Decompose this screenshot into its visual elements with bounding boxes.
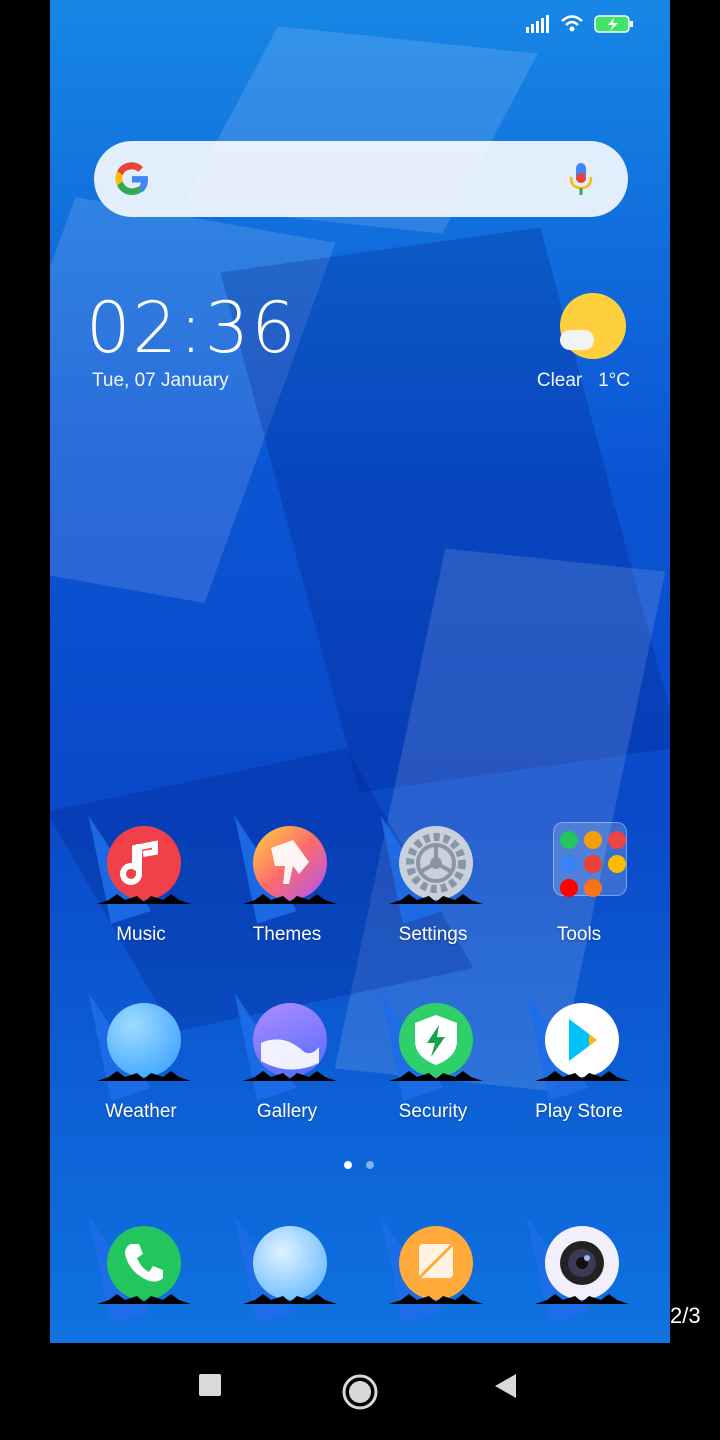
navigation-bar (0, 1343, 720, 1440)
app-label: Play Store (535, 1101, 623, 1122)
app-themes[interactable]: Themes (222, 806, 352, 946)
app-settings[interactable]: Settings (368, 806, 498, 946)
cloud-shape (560, 330, 594, 350)
clock-date: Tue, 07 January (92, 370, 229, 391)
music-icon (107, 826, 181, 900)
dock-browser[interactable] (222, 1206, 352, 1324)
app-label: Weather (105, 1101, 177, 1122)
gear-icon (399, 826, 473, 900)
dock-phone[interactable] (76, 1206, 206, 1324)
dock-notes[interactable] (368, 1206, 498, 1324)
page-dot (366, 1161, 374, 1169)
app-security[interactable]: Security (368, 983, 498, 1123)
browser-icon (253, 1226, 327, 1300)
page-dot-active (344, 1161, 352, 1169)
home-circle-icon[interactable] (342, 1374, 378, 1410)
camera-icon (545, 1226, 619, 1300)
weather-temperature: 1°C (598, 370, 630, 391)
app-label: Music (116, 924, 166, 945)
wifi-icon (561, 15, 583, 32)
home-screen: 02:36 Tue, 07 January Clear 1°C Music Th… (50, 0, 670, 1343)
weather-summary[interactable]: Clear 1°C (537, 370, 630, 392)
app-music[interactable]: Music (76, 806, 206, 946)
gallery-icon (253, 1003, 327, 1077)
app-gallery[interactable]: Gallery (222, 983, 352, 1123)
app-label: Themes (252, 924, 322, 945)
weather-icon (107, 1003, 181, 1077)
page-indicator (344, 1161, 374, 1169)
recents-square-icon[interactable] (198, 1373, 222, 1397)
app-label: Tools (556, 924, 602, 945)
themes-brush-icon (253, 826, 327, 900)
folder-tools[interactable]: Tools (514, 822, 644, 946)
status-bar (526, 14, 634, 34)
page-counter: 2/3 (670, 1303, 701, 1328)
microphone-icon[interactable] (568, 161, 594, 197)
dock-camera[interactable] (514, 1206, 644, 1324)
signal-icon (526, 15, 549, 33)
weather-condition: Clear (536, 370, 583, 391)
clock-time[interactable]: 02:36 (86, 290, 298, 366)
shield-bolt-icon (399, 1003, 473, 1077)
notes-icon (399, 1226, 473, 1300)
google-icon (115, 162, 148, 196)
app-label: Gallery (256, 1101, 318, 1122)
app-label: Security (398, 1101, 468, 1122)
app-label: Settings (398, 924, 468, 945)
battery-charging-icon (594, 15, 633, 33)
app-play-store[interactable]: Play Store (514, 983, 644, 1123)
app-weather[interactable]: Weather (76, 983, 206, 1123)
folder-icon (553, 822, 627, 897)
back-triangle-icon[interactable] (494, 1373, 518, 1399)
phone-icon (107, 1226, 181, 1300)
google-search-bar[interactable] (94, 141, 628, 217)
play-store-icon (545, 1003, 619, 1077)
